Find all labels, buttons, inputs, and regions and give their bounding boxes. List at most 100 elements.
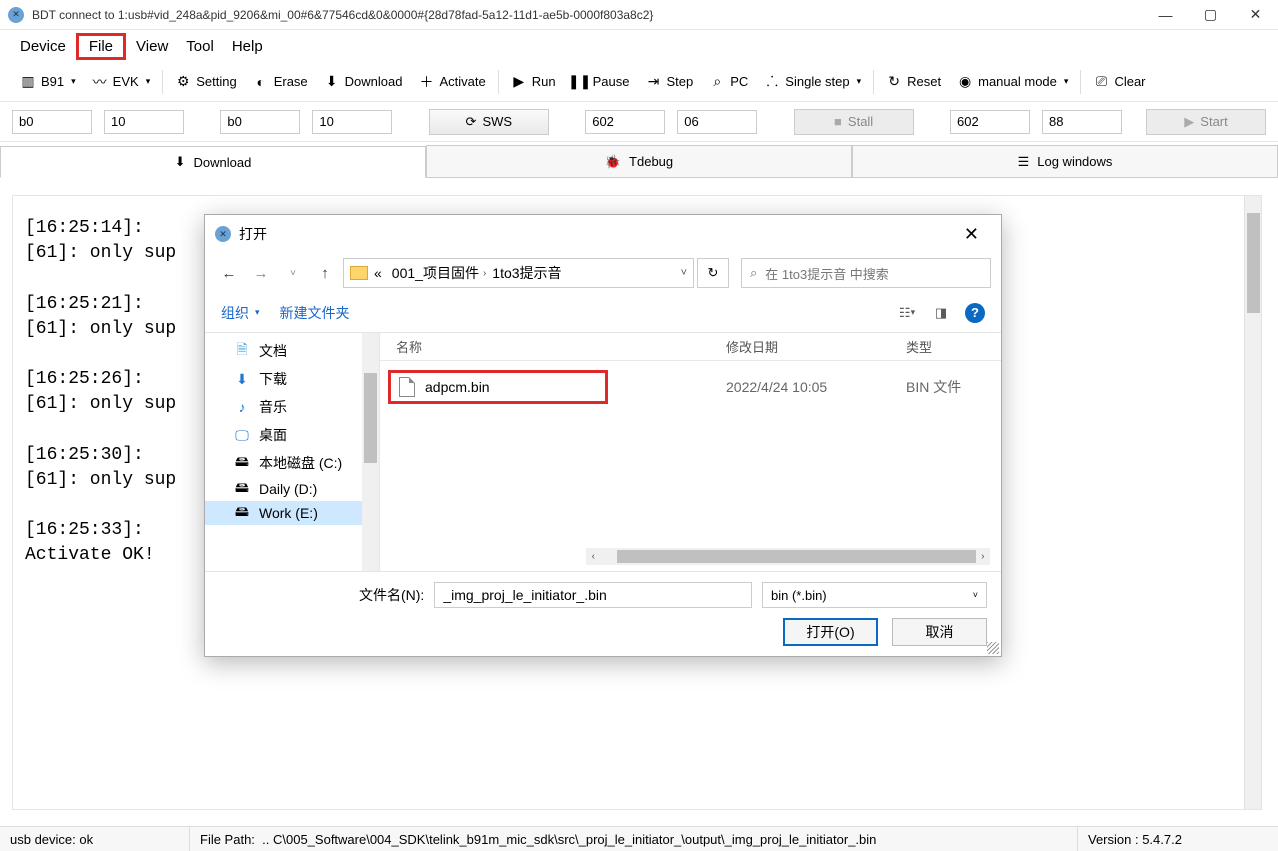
nav-music[interactable]: ♪音乐	[205, 393, 363, 421]
board-selector[interactable]: 〰 EVK ▾	[84, 68, 159, 96]
address-bar[interactable]: « 001_项目固件 › 1to3提示音 ˅	[343, 258, 694, 288]
input-row: ⟳ SWS ■ Stall ▶ Start	[0, 102, 1278, 142]
col-name[interactable]: 名称	[396, 337, 726, 356]
start-button[interactable]: ▶ Start	[1146, 109, 1266, 135]
tabs: ⬇ Download 🐞 Tdebug ☰ Log windows	[0, 142, 1278, 178]
erase-button[interactable]: ◐ Erase	[245, 70, 316, 94]
clear-button[interactable]: ⎚ Clear	[1085, 69, 1153, 94]
search-placeholder: 在 1to3提示音 中搜索	[765, 264, 889, 283]
val1-input[interactable]	[104, 110, 184, 134]
addr4-input[interactable]	[950, 110, 1030, 134]
run-button[interactable]: ▶ Run	[503, 69, 564, 94]
filter-select[interactable]: bin (*.bin) ˅	[762, 582, 987, 608]
path-seg2[interactable]: 1to3提示音	[492, 263, 561, 283]
foot-icon: ⸫	[764, 72, 780, 91]
col-date[interactable]: 修改日期	[726, 337, 906, 356]
scroll-thumb[interactable]	[1247, 213, 1260, 313]
dialog-toolbar: 组织 ▾ 新建文件夹 ☷ ▾ ◨ ?	[205, 293, 1001, 333]
col-type[interactable]: 类型	[906, 337, 1001, 356]
broom-icon: ⎚	[1093, 73, 1109, 90]
nav-downloads[interactable]: ⬇下载	[205, 365, 363, 393]
step-button[interactable]: ⇥ Step	[637, 69, 701, 94]
resize-grip[interactable]	[987, 642, 999, 654]
nav-drive-d[interactable]: 🖴Daily (D:)	[205, 477, 363, 501]
nav-drive-c[interactable]: 🖴本地磁盘 (C:)	[205, 449, 363, 477]
nav-documents[interactable]: 🗎文档	[205, 337, 363, 365]
chevron-down-icon[interactable]: ˅	[681, 267, 687, 279]
download-icon: ⬇	[233, 371, 251, 387]
help-button[interactable]: ?	[965, 303, 985, 323]
nav-drive-e[interactable]: 🖴Work (E:)	[205, 501, 363, 525]
nav-desktop[interactable]: 🖵桌面	[205, 421, 363, 449]
newfolder-button[interactable]: 新建文件夹	[280, 303, 350, 323]
step-label: Step	[666, 74, 693, 89]
scroll-thumb[interactable]	[364, 373, 377, 463]
menu-view[interactable]: View	[128, 34, 176, 59]
log-scrollbar[interactable]	[1244, 196, 1261, 809]
stall-label: Stall	[848, 114, 873, 129]
val3-input[interactable]	[677, 110, 757, 134]
singlestep-label: Single step	[785, 74, 849, 89]
scroll-right[interactable]: ›	[976, 551, 990, 562]
run-label: Run	[532, 74, 556, 89]
singlestep-button[interactable]: ⸫ Single step ▾	[756, 68, 869, 95]
stall-button[interactable]: ■ Stall	[794, 109, 914, 135]
reset-label: Reset	[907, 74, 941, 89]
folder-icon	[350, 266, 368, 280]
pc-button[interactable]: ⌕ PC	[701, 69, 756, 94]
file-hscrollbar[interactable]: ‹ ›	[586, 548, 990, 565]
cancel-button[interactable]: 取消	[892, 618, 987, 646]
download-button[interactable]: ⬇ Download	[316, 69, 411, 94]
nav-forward[interactable]: →	[247, 259, 275, 287]
tab-log[interactable]: ☰ Log windows	[852, 145, 1278, 177]
view-button[interactable]: ☷ ▾	[897, 303, 917, 323]
val4-input[interactable]	[1042, 110, 1122, 134]
menu-tool[interactable]: Tool	[178, 34, 222, 59]
activate-button[interactable]: ＋ Activate	[411, 68, 494, 96]
chevron-down-icon: ▾	[71, 76, 76, 87]
scroll-thumb[interactable]	[617, 550, 975, 563]
chip-selector[interactable]: ▥ B91 ▾	[12, 69, 84, 94]
nav-up[interactable]: ↑	[311, 259, 339, 287]
path-seg1[interactable]: 001_项目固件 ›	[392, 263, 487, 283]
addr3-input[interactable]	[585, 110, 665, 134]
organize-button[interactable]: 组织 ▾	[221, 303, 260, 323]
desktop-icon: 🖵	[233, 427, 251, 443]
activate-label: Activate	[440, 74, 486, 89]
tab-tdebug[interactable]: 🐞 Tdebug	[426, 145, 852, 177]
search-input[interactable]: ⌕ 在 1to3提示音 中搜索	[741, 258, 991, 288]
open-button[interactable]: 打开(O)	[783, 618, 878, 646]
download-icon: ⬇	[175, 154, 186, 170]
chevron-down-icon: ▾	[146, 76, 151, 87]
tab-tdebug-label: Tdebug	[629, 154, 673, 169]
bug-icon: 🐞	[605, 154, 621, 170]
reset-button[interactable]: ↻ Reset	[878, 69, 949, 94]
nav-back[interactable]: ←	[215, 259, 243, 287]
addr1-input[interactable]	[12, 110, 92, 134]
tab-download[interactable]: ⬇ Download	[0, 146, 426, 178]
window-close[interactable]: ✕	[1233, 0, 1278, 30]
setting-button[interactable]: ⚙ Setting	[167, 69, 244, 94]
window-title: BDT connect to 1:usb#vid_248a&pid_9206&m…	[32, 8, 1143, 22]
preview-button[interactable]: ◨	[931, 303, 951, 323]
mode-selector[interactable]: ◉ manual mode ▾	[949, 69, 1076, 94]
scroll-left[interactable]: ‹	[586, 551, 600, 562]
menu-help[interactable]: Help	[224, 34, 271, 59]
window-maximize[interactable]: ▢	[1188, 0, 1233, 30]
sws-button[interactable]: ⟳ SWS	[429, 109, 549, 135]
path-root[interactable]: «	[374, 265, 386, 281]
nav-history[interactable]: ˅	[279, 259, 307, 287]
menu-file[interactable]: File	[76, 33, 126, 60]
pause-button[interactable]: ❚❚ Pause	[564, 69, 638, 94]
filename-input[interactable]	[434, 582, 752, 608]
nav-scrollbar[interactable]	[362, 333, 379, 571]
refresh-button[interactable]: ↻	[697, 258, 729, 288]
window-minimize[interactable]: —	[1143, 0, 1188, 30]
val2-input[interactable]	[312, 110, 392, 134]
pause-icon: ❚❚	[572, 73, 588, 90]
menu-device[interactable]: Device	[12, 34, 74, 59]
dialog-body: 🗎文档 ⬇下载 ♪音乐 🖵桌面 🖴本地磁盘 (C:) 🖴Daily (D:) 🖴…	[205, 333, 1001, 571]
dialog-close[interactable]: ✕	[952, 220, 991, 249]
file-row[interactable]: adpcm.bin 2022/4/24 10:05 BIN 文件	[380, 367, 1001, 407]
addr2-input[interactable]	[220, 110, 300, 134]
